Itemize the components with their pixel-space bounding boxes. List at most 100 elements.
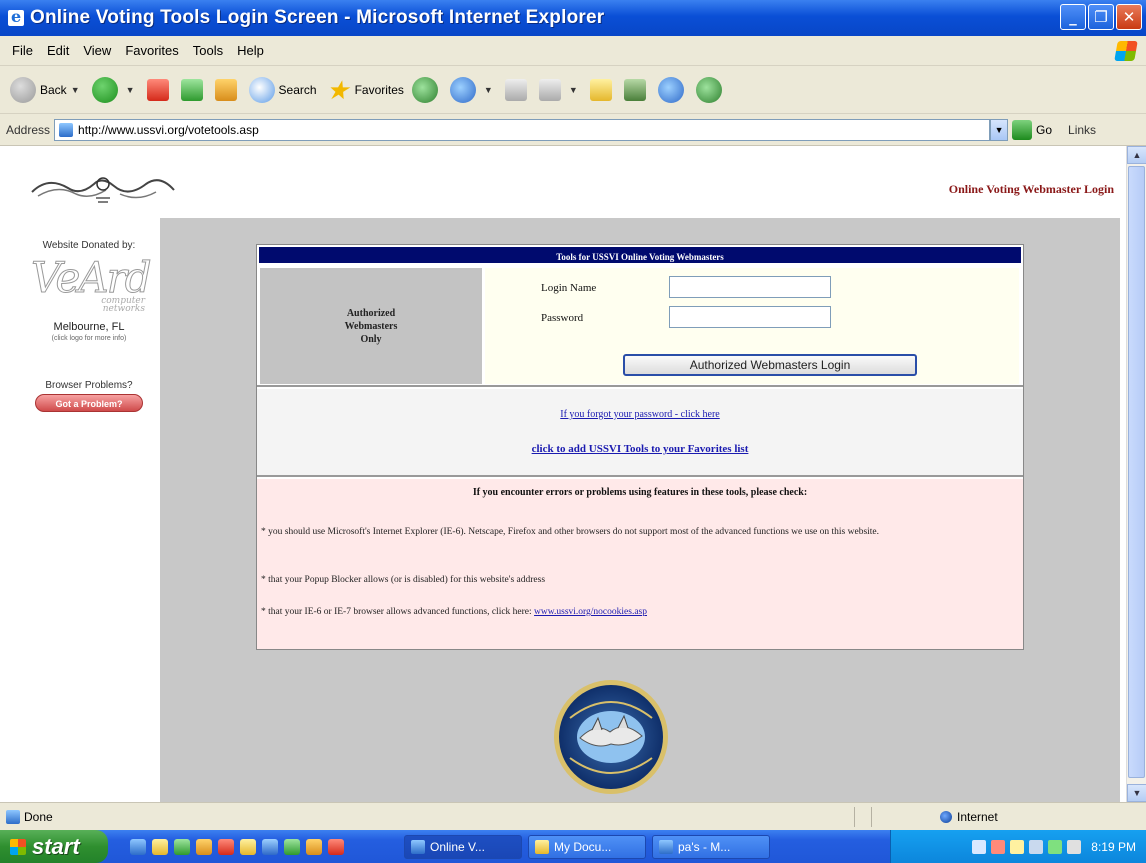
quick-launch-ie-icon[interactable]	[130, 838, 146, 855]
back-arrow-icon	[10, 76, 36, 103]
window-title: Online Voting Tools Login Screen - Micro…	[30, 7, 605, 28]
password-input[interactable]	[669, 306, 831, 328]
status-divider	[854, 806, 855, 827]
scroll-thumb[interactable]	[1128, 166, 1145, 778]
links-button[interactable]: Links	[1068, 123, 1096, 137]
chevron-down-icon[interactable]: ▼	[569, 85, 578, 95]
stop-button[interactable]	[146, 78, 173, 101]
search-button[interactable]: Search	[248, 76, 317, 103]
vertical-scrollbar[interactable]: ▲ ▼	[1126, 146, 1146, 802]
menu-view[interactable]: View	[83, 43, 111, 58]
forward-arrow-icon	[91, 76, 118, 103]
edit-page-icon	[538, 78, 561, 101]
quick-launch-word-icon[interactable]	[262, 838, 278, 855]
add-to-favorites-link[interactable]: click to add USSVI Tools to your Favorit…	[257, 443, 1023, 455]
quick-launch-excel-icon[interactable]	[284, 838, 300, 855]
close-button[interactable]: ✕	[1116, 4, 1142, 30]
address-dropdown-button[interactable]: ▼	[990, 118, 1009, 141]
menu-file[interactable]: File	[12, 43, 33, 58]
webmaster-login-link[interactable]: Online Voting Webmaster Login	[949, 182, 1114, 197]
windows-flag-icon	[10, 838, 26, 855]
nocookies-link[interactable]: www.ussvi.org/nocookies.asp	[534, 607, 647, 617]
chevron-down-icon[interactable]: ▼	[126, 85, 135, 95]
login-name-label: Login Name	[541, 282, 597, 294]
address-label: Address	[6, 122, 51, 137]
maximize-button[interactable]: ❐	[1088, 4, 1114, 30]
forgot-password-link[interactable]: If you forgot your password - click here	[257, 409, 1023, 420]
refresh-button[interactable]	[180, 78, 207, 101]
auth-line-3: Only	[360, 333, 382, 345]
task-online-voting[interactable]: Online V...	[404, 834, 522, 859]
auth-line-1: Authorized	[346, 307, 396, 319]
history-button[interactable]: ▼	[449, 76, 497, 103]
chevron-down-icon[interactable]: ▼	[71, 85, 80, 95]
tray-monitor-icon[interactable]	[1067, 839, 1082, 854]
page-header: Online Voting Webmaster Login	[18, 160, 1120, 218]
chevron-down-icon[interactable]: ▼	[484, 85, 493, 95]
quick-launch-folder-icon[interactable]	[240, 838, 256, 855]
task-label: Online V...	[430, 839, 485, 854]
menu-help[interactable]: Help	[237, 43, 264, 58]
tray-security-icon[interactable]	[991, 839, 1006, 854]
page-done-icon	[6, 809, 20, 824]
webmasters-login-button[interactable]: Authorized Webmasters Login	[623, 354, 917, 376]
media-button[interactable]	[411, 76, 442, 103]
folder-icon	[589, 78, 612, 101]
address-url[interactable]: http://www.ussvi.org/votetools.asp	[78, 123, 259, 137]
tray-network-icon[interactable]	[972, 839, 987, 854]
search-icon	[248, 76, 275, 103]
task-my-documents[interactable]: My Docu...	[528, 834, 646, 859]
window-task-icon	[659, 839, 673, 854]
clock[interactable]: 8:19 PM	[1091, 840, 1136, 854]
scroll-up-button[interactable]: ▲	[1127, 146, 1146, 164]
buddy-button[interactable]	[695, 76, 726, 103]
start-button[interactable]: start	[0, 830, 108, 863]
quick-launch-app-icon[interactable]	[218, 838, 234, 855]
quick-launch-desktop-icon[interactable]	[152, 838, 168, 855]
media-icon	[411, 76, 438, 103]
task-label: My Docu...	[554, 839, 612, 854]
veard-logo[interactable]: VeArd computer networks	[29, 253, 153, 319]
task-pas-m[interactable]: pa's - M...	[652, 834, 770, 859]
got-a-problem-button[interactable]: Got a Problem?	[35, 394, 143, 412]
messenger-button[interactable]	[657, 76, 688, 103]
page-viewport: Online Voting Webmaster Login Website Do…	[0, 146, 1126, 802]
minimize-button[interactable]: _	[1060, 4, 1086, 30]
quick-launch	[130, 838, 344, 855]
folder-button[interactable]	[589, 78, 616, 101]
menu-edit[interactable]: Edit	[47, 43, 69, 58]
quick-launch-misc-icon[interactable]	[306, 838, 322, 855]
research-button[interactable]	[623, 78, 650, 101]
veard-subtext-line2: networks	[102, 304, 145, 314]
status-bar: Done Internet	[0, 802, 1146, 830]
edit-button[interactable]: ▼	[538, 78, 582, 101]
forward-button[interactable]: ▼	[91, 76, 139, 103]
status-divider	[871, 806, 872, 827]
back-button[interactable]: Back ▼	[10, 76, 84, 103]
go-button[interactable]: Go	[1012, 119, 1052, 140]
star-icon: ★	[325, 74, 350, 105]
tray-update-icon[interactable]	[1010, 839, 1025, 854]
panel-heading: Tools for USSVI Online Voting Webmasters	[257, 245, 1023, 265]
window-titlebar[interactable]: Online Voting Tools Login Screen - Micro…	[0, 0, 1146, 36]
quick-launch-game-icon[interactable]	[328, 838, 344, 855]
scroll-down-button[interactable]: ▼	[1127, 784, 1146, 802]
go-arrow-icon	[1012, 119, 1033, 140]
ussvi-emblem-icon	[554, 680, 668, 794]
quick-launch-outlook-icon[interactable]	[196, 838, 212, 855]
menu-tools[interactable]: Tools	[193, 43, 223, 58]
menu-favorites[interactable]: Favorites	[125, 43, 178, 58]
home-button[interactable]	[214, 78, 241, 101]
home-icon	[214, 78, 237, 101]
tray-volume-icon[interactable]	[1029, 839, 1044, 854]
favorites-label: Favorites	[354, 82, 404, 97]
login-form: Login Name Password Authorized Webmaster…	[485, 268, 1019, 384]
address-input[interactable]: http://www.ussvi.org/votetools.asp	[54, 118, 991, 141]
menu-bar: File Edit View Favorites Tools Help	[0, 36, 1146, 66]
login-name-input[interactable]	[669, 276, 831, 298]
mail-button[interactable]	[504, 78, 531, 101]
favorites-button[interactable]: ★ Favorites	[325, 77, 404, 103]
system-tray: 8:19 PM	[890, 830, 1146, 863]
quick-launch-media-icon[interactable]	[174, 838, 190, 855]
tray-signal-icon[interactable]	[1048, 839, 1063, 854]
